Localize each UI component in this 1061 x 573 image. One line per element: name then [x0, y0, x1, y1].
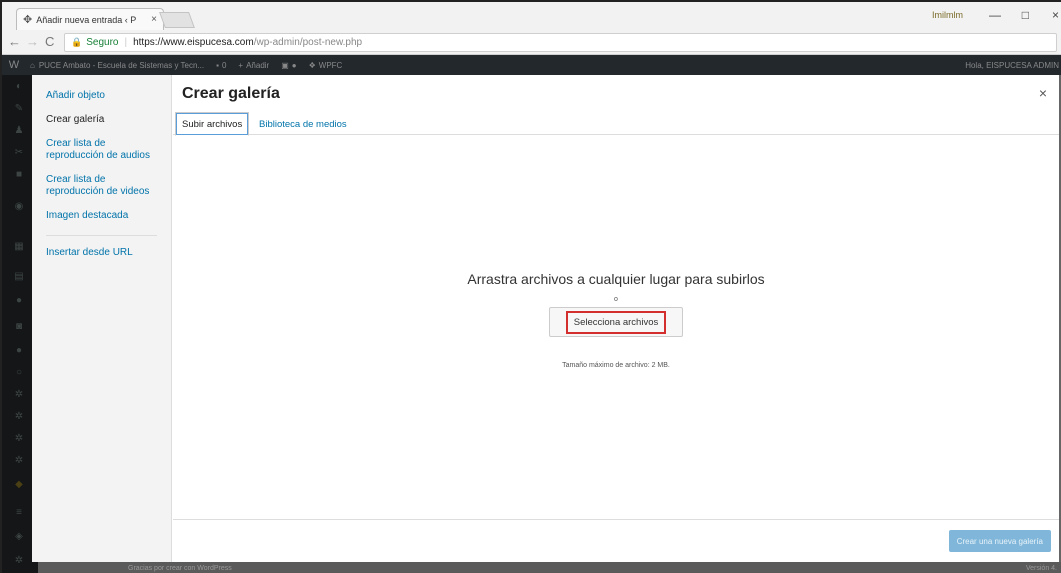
back-icon[interactable]: ←: [8, 34, 21, 49]
wordpress-logo-icon[interactable]: W: [2, 59, 26, 71]
url-path: /wp-admin/post-new.php: [253, 37, 363, 48]
window-close-icon[interactable]: ×: [1052, 8, 1059, 22]
tab-strip: ✥ Añadir nueva entrada ‹ P × Imilmlm — □…: [2, 2, 1061, 30]
menu-item-create-gallery[interactable]: Crear galería: [32, 111, 171, 129]
footer-thanks: Gracias por crear con WordPress: [128, 565, 232, 572]
tab-upload-files[interactable]: Subir archivos: [175, 112, 250, 136]
site-name-link[interactable]: ⌂ PUCE Ambato - Escuela de Sistemas y Te…: [30, 61, 204, 70]
max-upload-size: Tamaño máximo de archivo: 2 MB.: [562, 362, 670, 369]
modal-close-icon[interactable]: ×: [1039, 85, 1047, 101]
url-base: https://www.eispucesa.com: [133, 37, 254, 48]
address-bar-row: ← → C 🔒 Seguro | https://www.eispucesa.c…: [2, 30, 1061, 55]
plus-icon: +: [238, 60, 244, 70]
drop-instructions: Arrastra archivos a cualquier lugar para…: [467, 271, 765, 287]
menu-item-audio-playlist[interactable]: Crear lista de reproducción de audios: [32, 135, 171, 165]
forward-icon[interactable]: →: [26, 34, 39, 49]
seo-icon: ▣: [281, 60, 289, 70]
menu-item-insert-from-url[interactable]: Insertar desde URL: [32, 244, 171, 262]
menu-item-featured-image[interactable]: Imagen destacada: [32, 207, 171, 225]
menu-item-add-media[interactable]: Añadir objeto: [32, 87, 171, 105]
status-dot-icon: ●: [291, 60, 297, 70]
select-files-label: Selecciona archivos: [565, 310, 667, 334]
media-frame-menu: Añadir objeto Crear galería Crear lista …: [32, 75, 172, 562]
home-icon: ⌂: [30, 60, 35, 70]
select-files-button[interactable]: Selecciona archivos: [549, 307, 683, 337]
comments-link[interactable]: ▪ 0: [216, 61, 226, 70]
comments-count: 0: [221, 60, 227, 70]
minimize-icon[interactable]: —: [989, 8, 1001, 22]
site-name: PUCE Ambato - Escuela de Sistemas y Tecn…: [38, 60, 205, 70]
account-link[interactable]: Hola, EISPUCESA ADMIN: [965, 61, 1059, 70]
wordpress-favicon-icon: ✥: [23, 14, 33, 26]
media-modal: Añadir objeto Crear galería Crear lista …: [32, 75, 1059, 562]
plugin-icons[interactable]: ▣ ●: [281, 61, 296, 70]
add-new-link[interactable]: + Añadir: [238, 61, 269, 70]
tab-close-icon[interactable]: ×: [151, 14, 157, 25]
modal-title: Crear galería: [182, 85, 280, 102]
lock-icon: 🔒: [71, 37, 83, 47]
add-new-label: Añadir: [246, 60, 270, 70]
tab-title: Añadir nueva entrada ‹ P: [36, 14, 137, 25]
new-tab-button[interactable]: [159, 12, 195, 28]
wpfc-link[interactable]: ❖ WPFC: [309, 61, 343, 70]
wpfc-label: WPFC: [318, 60, 343, 70]
media-toolbar: Crear una nueva galería: [173, 519, 1059, 562]
url-input[interactable]: 🔒 Seguro | https://www.eispucesa.com /wp…: [64, 33, 1057, 52]
create-gallery-button[interactable]: Crear una nueva galería: [948, 530, 1051, 552]
cheetah-icon: ❖: [308, 60, 316, 70]
footer-version: Versión 4.: [1025, 565, 1057, 572]
tab-media-library[interactable]: Biblioteca de medios: [253, 112, 353, 136]
reload-icon[interactable]: C: [45, 34, 54, 49]
profile-label[interactable]: Imilmlm: [932, 10, 963, 20]
upload-dropzone[interactable]: Arrastra archivos a cualquier lugar para…: [173, 135, 1059, 519]
menu-item-video-playlist[interactable]: Crear lista de reproducción de videos: [32, 171, 171, 201]
maximize-icon[interactable]: □: [1022, 8, 1029, 22]
wp-footer: Gracias por crear con WordPress Versión …: [38, 562, 1061, 573]
browser-window: ✥ Añadir nueva entrada ‹ P × Imilmlm — □…: [0, 0, 1061, 573]
wp-admin-bar: W ⌂ PUCE Ambato - Escuela de Sistemas y …: [2, 55, 1061, 75]
secure-label: Seguro: [86, 37, 119, 48]
url-separator: |: [124, 37, 128, 48]
media-router-tabs: Subir archivos Biblioteca de medios: [173, 109, 1059, 136]
menu-divider: [46, 235, 157, 236]
or-separator: o: [614, 296, 618, 303]
comment-icon: ▪: [216, 60, 219, 70]
browser-tab[interactable]: ✥ Añadir nueva entrada ‹ P ×: [16, 8, 164, 30]
